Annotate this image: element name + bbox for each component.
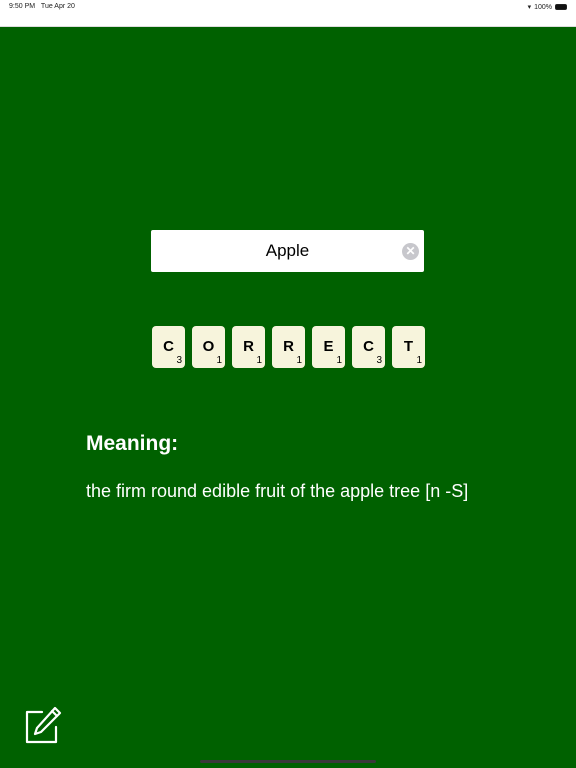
tile-letter: R <box>283 338 294 355</box>
tile-letter: T <box>403 338 414 355</box>
tile-value: 1 <box>296 355 302 366</box>
word-input[interactable] <box>151 230 424 272</box>
clear-circle-icon[interactable]: ✕ <box>402 243 419 260</box>
letter-tile: R1 <box>272 326 305 368</box>
word-search-field[interactable]: ✕ <box>151 230 424 272</box>
tile-value: 3 <box>376 355 382 366</box>
tile-letter: C <box>363 338 374 355</box>
home-indicator <box>200 760 376 763</box>
square-pencil-icon <box>25 706 62 744</box>
tile-value: 1 <box>336 355 342 366</box>
tile-letter: O <box>202 338 215 355</box>
wifi-icon: ▾ <box>527 4 532 11</box>
letter-tile: R1 <box>232 326 265 368</box>
meaning-heading: Meaning: <box>86 432 179 455</box>
result-tiles: C3O1R1R1E1C3T1 <box>152 326 425 368</box>
letter-tile: T1 <box>392 326 425 368</box>
battery-percent: 100% <box>534 3 552 11</box>
tile-value: 1 <box>216 355 222 366</box>
battery-icon <box>555 4 567 10</box>
tile-letter: C <box>163 338 174 355</box>
status-bar: 9:50 PM Tue Apr 20 ▾ 100% <box>0 0 576 27</box>
letter-tile: C3 <box>152 326 185 368</box>
letter-tile: C3 <box>352 326 385 368</box>
status-right: ▾ 100% <box>528 3 567 11</box>
tile-letter: E <box>323 338 334 355</box>
tile-value: 1 <box>256 355 262 366</box>
tile-letter: R <box>243 338 254 355</box>
letter-tile: O1 <box>192 326 225 368</box>
edit-button[interactable] <box>24 706 62 744</box>
meaning-text: the firm round edible fruit of the apple… <box>86 481 469 501</box>
tile-value: 3 <box>176 355 182 366</box>
letter-tile: E1 <box>312 326 345 368</box>
status-time: 9:50 PM Tue Apr 20 <box>9 3 75 10</box>
tile-value: 1 <box>416 355 422 366</box>
